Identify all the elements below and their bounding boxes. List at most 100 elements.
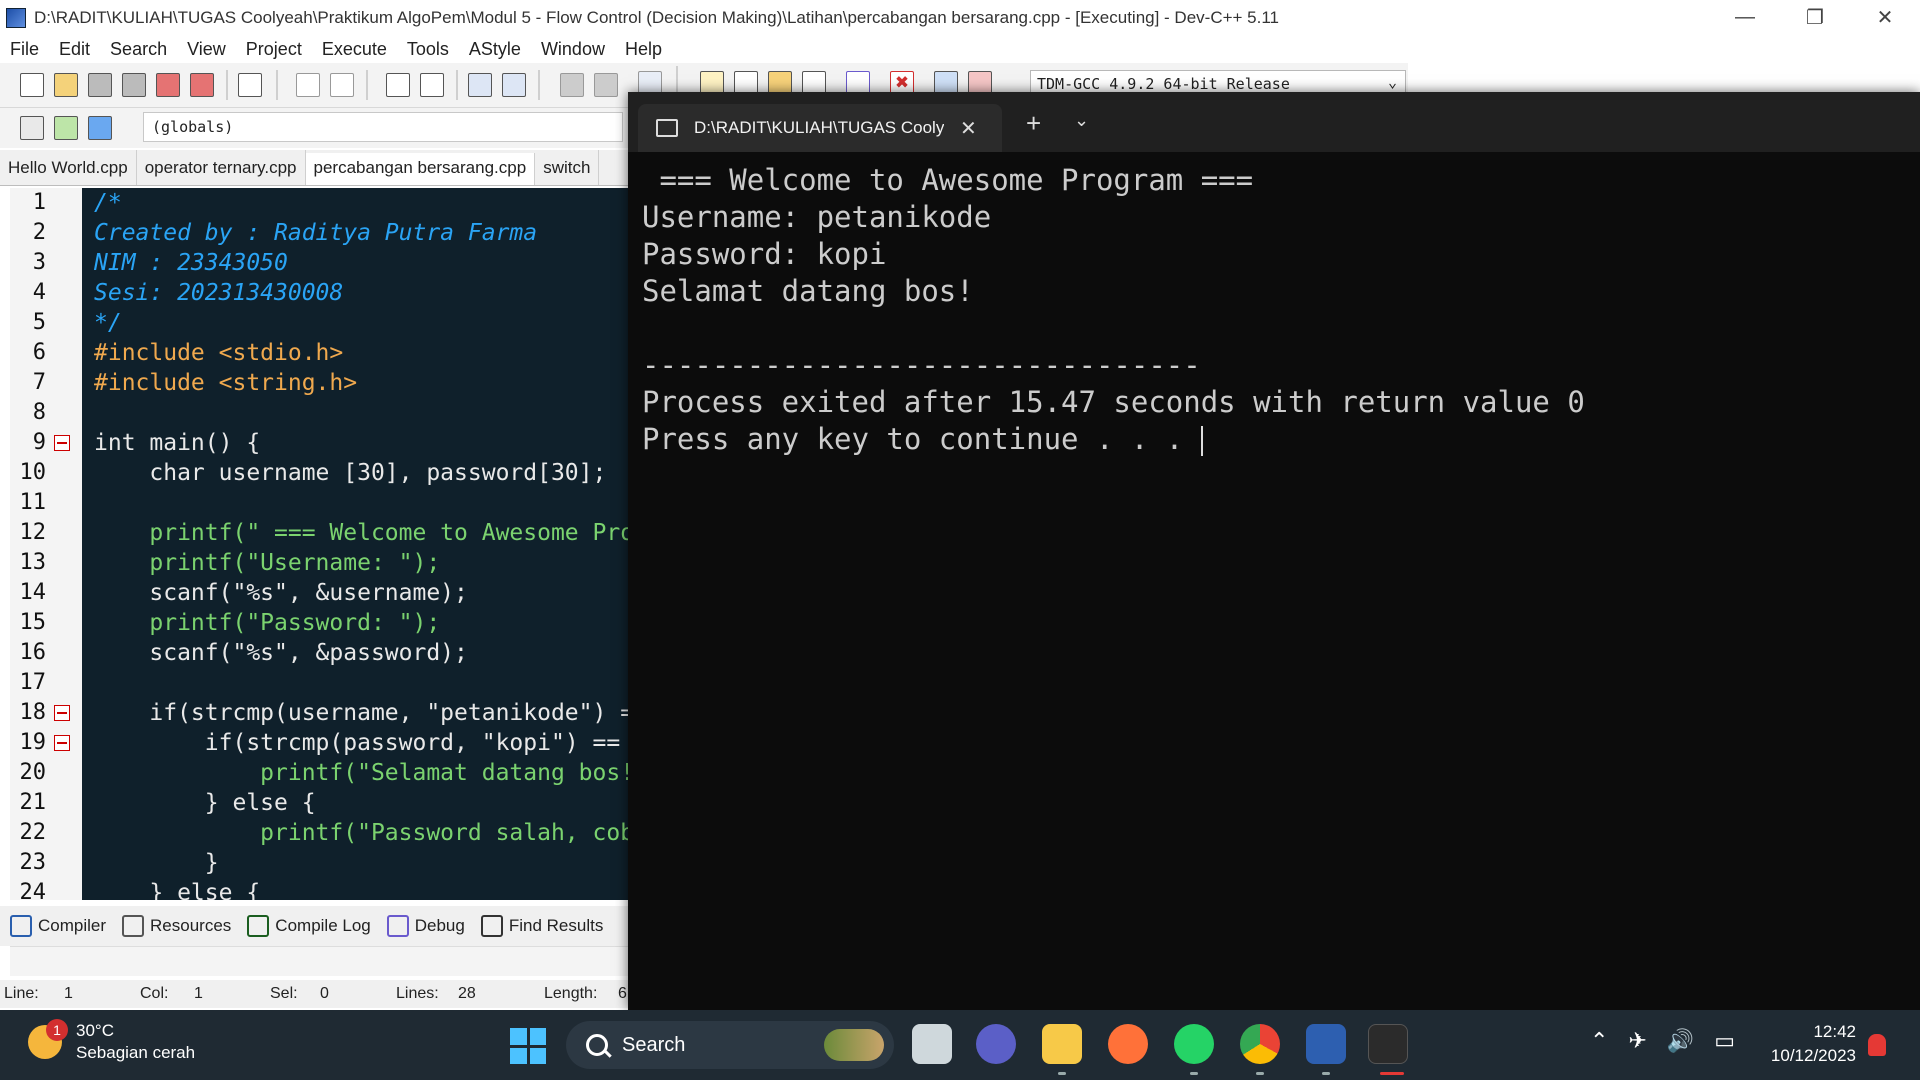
tab-percabangan-bersarang[interactable]: percabangan bersarang.cpp [305,153,536,185]
menu-window[interactable]: Window [531,39,615,60]
whatsapp-icon[interactable] [1174,1024,1214,1064]
open-file-icon[interactable] [54,73,78,97]
close-button[interactable]: ✕ [1850,0,1920,35]
tab-hello-world[interactable]: Hello World.cpp [0,150,137,185]
code-text: #include <stdio.h> [94,340,344,366]
goto-bookmark-icon[interactable] [88,116,112,140]
new-tab-button[interactable]: + [1026,108,1041,139]
firefox-icon[interactable] [1108,1024,1148,1064]
code-text: Created by : Raditya Putra Farma [94,220,538,246]
find-icon[interactable] [386,73,410,97]
notification-badge: 1 [46,1019,68,1041]
code-text: /* [94,190,122,216]
terminal-taskbar-icon[interactable] [1368,1024,1408,1064]
class-browser-select[interactable]: (globals) [143,112,623,142]
indent-icon[interactable] [468,73,492,97]
menu-help[interactable]: Help [615,39,672,60]
search-label: Search [622,1033,686,1056]
start-button[interactable] [510,1028,546,1064]
tab-switch[interactable]: switch [535,150,600,185]
terminal-window[interactable]: D:\RADIT\KULIAH\TUGAS Coolyeah\Praktikum… [628,92,1920,1010]
task-view-icon[interactable] [912,1024,952,1064]
menu-file[interactable]: File [0,39,49,60]
terminal-line: -------------------------------- [642,348,1201,382]
redo-icon[interactable] [330,73,354,97]
toggle-bookmark-icon[interactable] [54,116,78,140]
fold-toggle-icon[interactable] [54,735,70,751]
close-file-icon[interactable] [156,73,180,97]
terminal-line: Selamat datang bos! [642,274,974,308]
airplane-mode-icon[interactable]: ✈ [1628,1028,1646,1054]
clock[interactable]: 12:42 10/12/2023 [1756,1020,1856,1068]
close-tab-icon[interactable]: ✕ [960,116,977,141]
code-editor[interactable]: 1 /* 2 Created by : Raditya Putra Farma 3 NIM… [10,188,630,900]
menu-search[interactable]: Search [100,39,177,60]
code-text: char username [30], password[30]; [94,460,607,486]
minimize-button[interactable]: — [1710,0,1780,35]
clock-time: 12:42 [1813,1022,1856,1041]
status-lines-label: Lines: [396,985,439,1002]
line-number: 3 [32,250,46,275]
code-line: 5 */ [10,308,630,338]
chevron-up-icon[interactable]: ⌃ [1590,1028,1608,1054]
devcpp-taskbar-icon[interactable] [1306,1024,1346,1064]
save-icon[interactable] [88,73,112,97]
line-number: 16 [19,640,47,665]
restore-button[interactable]: ❐ [1780,0,1850,35]
code-text: */ [94,310,122,336]
menu-execute[interactable]: Execute [312,39,397,60]
insert-icon[interactable] [20,116,44,140]
code-line: 22 printf("Password salah, coba lagi\n")… [10,818,631,848]
weather-widget[interactable]: 1 30°C Sebagian cerah [28,1019,195,1064]
tab-compiler[interactable]: Compiler [10,915,106,937]
chrome-icon[interactable] [1240,1024,1280,1064]
tab-compile-log-label: Compile Log [275,916,371,935]
volume-icon[interactable]: 🔊 [1667,1028,1694,1054]
tab-resources[interactable]: Resources [122,915,231,937]
replace-icon[interactable] [420,73,444,97]
print-icon[interactable] [238,73,262,97]
code-line: 4 Sesi: 202313430008 [10,278,630,308]
status-line-value: 1 [64,985,73,1002]
goto-back-icon[interactable] [560,73,584,97]
chevron-down-icon[interactable]: ⌄ [1074,110,1089,131]
terminal-output[interactable]: === Welcome to Awesome Program === Usern… [642,162,1920,458]
tab-compile-log[interactable]: Compile Log [247,915,371,937]
menu-tools[interactable]: Tools [397,39,459,60]
code-text: NIM : 23343050 [94,250,288,276]
code-line: 6 #include <stdio.h> [10,338,630,368]
battery-icon[interactable]: ▭ [1714,1028,1735,1054]
menu-edit[interactable]: Edit [49,39,100,60]
tab-debug[interactable]: Debug [386,915,465,937]
menu-astyle[interactable]: AStyle [459,39,531,60]
status-sel-value: 0 [320,985,329,1002]
code-text: #include <string.h> [94,370,358,396]
terminal-tab[interactable]: D:\RADIT\KULIAH\TUGAS Coolyeah\Praktikum… [638,104,1002,152]
tab-operator-ternary[interactable]: operator ternary.cpp [137,150,306,185]
new-file-icon[interactable] [20,73,44,97]
line-number: 19 [19,730,47,755]
tab-find-results[interactable]: Find Results [480,915,603,937]
code-text: scanf("%s", &password); [94,640,468,666]
menu-project[interactable]: Project [236,39,312,60]
terminal-line: Press any key to continue . . . [642,422,1201,456]
menu-view[interactable]: View [177,39,236,60]
line-number: 18 [19,700,47,725]
file-explorer-icon[interactable] [1042,1024,1082,1064]
code-line: 21 } else { [10,788,630,818]
unindent-icon[interactable] [502,73,526,97]
teams-chat-icon[interactable] [976,1024,1016,1064]
status-col-value: 1 [194,985,203,1002]
fold-toggle-icon[interactable] [54,705,70,721]
taskbar-search[interactable]: Search [566,1021,894,1069]
running-indicator [1256,1072,1264,1075]
fold-toggle-icon[interactable] [54,435,70,451]
close-all-icon[interactable] [190,73,214,97]
undo-icon[interactable] [296,73,320,97]
window-title: D:\RADIT\KULIAH\TUGAS Coolyeah\Praktikum… [34,7,1280,27]
goto-forward-icon[interactable] [594,73,618,97]
line-number: 9 [32,430,46,455]
code-line: 23 } [10,848,630,878]
notification-bell-icon[interactable] [1868,1034,1886,1056]
save-all-icon[interactable] [122,73,146,97]
